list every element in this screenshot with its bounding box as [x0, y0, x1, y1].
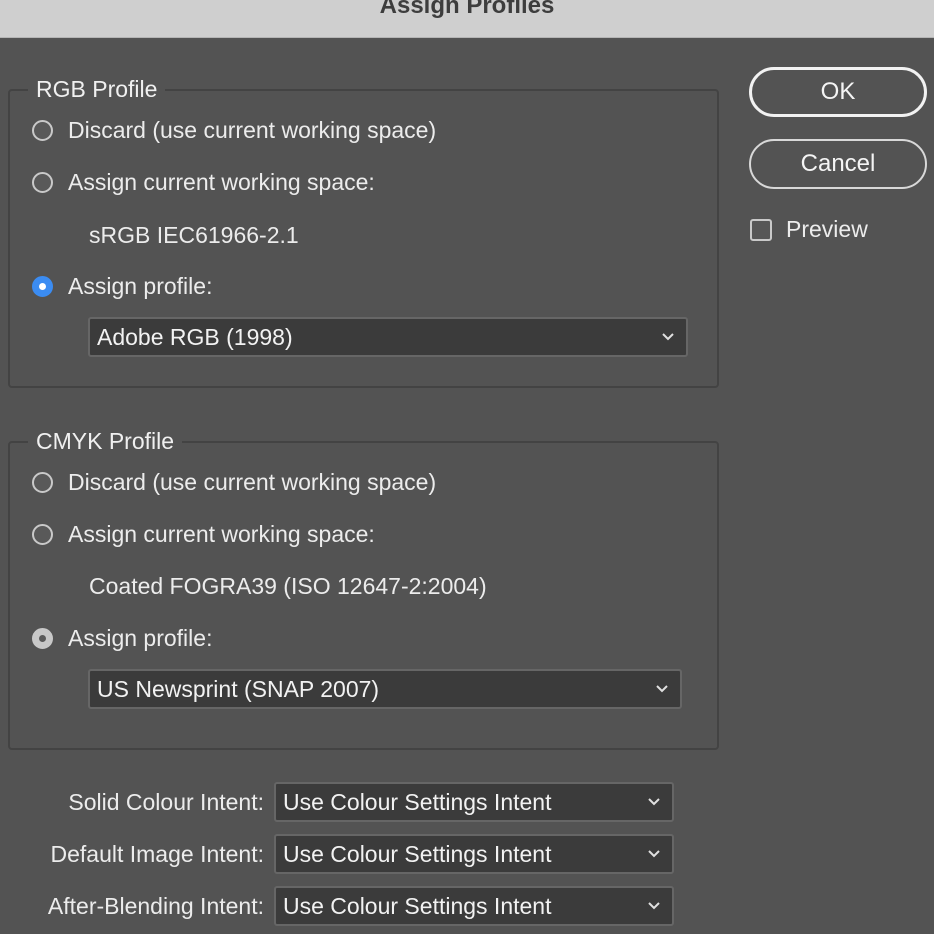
after-blending-intent-dropdown[interactable]: Use Colour Settings Intent [274, 886, 674, 926]
cmyk-assign-current-option[interactable]: Assign current working space: [32, 518, 375, 550]
title-bar: Assign Profiles [0, 0, 934, 38]
rgb-discard-radio[interactable] [32, 119, 53, 141]
default-image-intent-label: Default Image Intent: [50, 841, 264, 867]
solid-colour-intent-label: Solid Colour Intent: [68, 789, 264, 815]
rgb-profile-legend: RGB Profile [28, 74, 166, 104]
rgb-assign-profile-radio[interactable] [32, 275, 53, 297]
rgb-profile-dropdown[interactable]: Adobe RGB (1998) [88, 317, 688, 357]
default-image-intent-value: Use Colour Settings Intent [283, 841, 552, 867]
preview-label: Preview [786, 216, 868, 242]
solid-colour-intent-dropdown[interactable]: Use Colour Settings Intent [274, 782, 674, 822]
cmyk-assign-current-label: Assign current working space: [68, 520, 375, 547]
after-blending-intent-label: After-Blending Intent: [47, 893, 264, 919]
cmyk-assign-profile-label: Assign profile: [68, 624, 213, 651]
cmyk-profile-legend: CMYK Profile [28, 426, 183, 456]
chevron-down-icon [662, 333, 674, 341]
cmyk-discard-radio[interactable] [32, 471, 53, 493]
ok-button[interactable]: OK [749, 67, 927, 117]
rgb-assign-current-radio[interactable] [32, 171, 53, 193]
cmyk-assign-profile-option[interactable]: Assign profile: [32, 622, 212, 654]
preview-option[interactable]: Preview [750, 216, 868, 243]
after-blending-intent-value: Use Colour Settings Intent [283, 893, 552, 919]
rgb-assign-current-option[interactable]: Assign current working space: [32, 166, 375, 198]
chevron-down-icon [648, 798, 660, 806]
rgb-discard-option[interactable]: Discard (use current working space) [32, 114, 436, 146]
rgb-profile-value: Adobe RGB (1998) [97, 324, 293, 350]
rgb-discard-label: Discard (use current working space) [68, 116, 437, 143]
window-title: Assign Profiles [379, 0, 555, 19]
cmyk-discard-option[interactable]: Discard (use current working space) [32, 466, 436, 498]
solid-colour-intent-value: Use Colour Settings Intent [283, 789, 552, 815]
rgb-assign-profile-option[interactable]: Assign profile: [32, 270, 212, 302]
rgb-assign-current-label: Assign current working space: [68, 168, 375, 195]
cmyk-profile-value: US Newsprint (SNAP 2007) [97, 676, 380, 702]
rgb-current-working-space: sRGB IEC61966-2.1 [89, 222, 299, 248]
cmyk-discard-label: Discard (use current working space) [68, 468, 437, 495]
cmyk-profile-dropdown[interactable]: US Newsprint (SNAP 2007) [88, 669, 682, 709]
preview-checkbox[interactable] [750, 218, 772, 241]
cmyk-current-working-space: Coated FOGRA39 (ISO 12647-2:2004) [89, 573, 487, 599]
chevron-down-icon [656, 685, 668, 693]
cmyk-assign-profile-radio[interactable] [32, 627, 53, 649]
rgb-assign-profile-label: Assign profile: [68, 272, 213, 299]
chevron-down-icon [648, 850, 660, 858]
chevron-down-icon [648, 902, 660, 910]
default-image-intent-dropdown[interactable]: Use Colour Settings Intent [274, 834, 674, 874]
cancel-button[interactable]: Cancel [749, 139, 927, 189]
cmyk-assign-current-radio[interactable] [32, 523, 53, 545]
